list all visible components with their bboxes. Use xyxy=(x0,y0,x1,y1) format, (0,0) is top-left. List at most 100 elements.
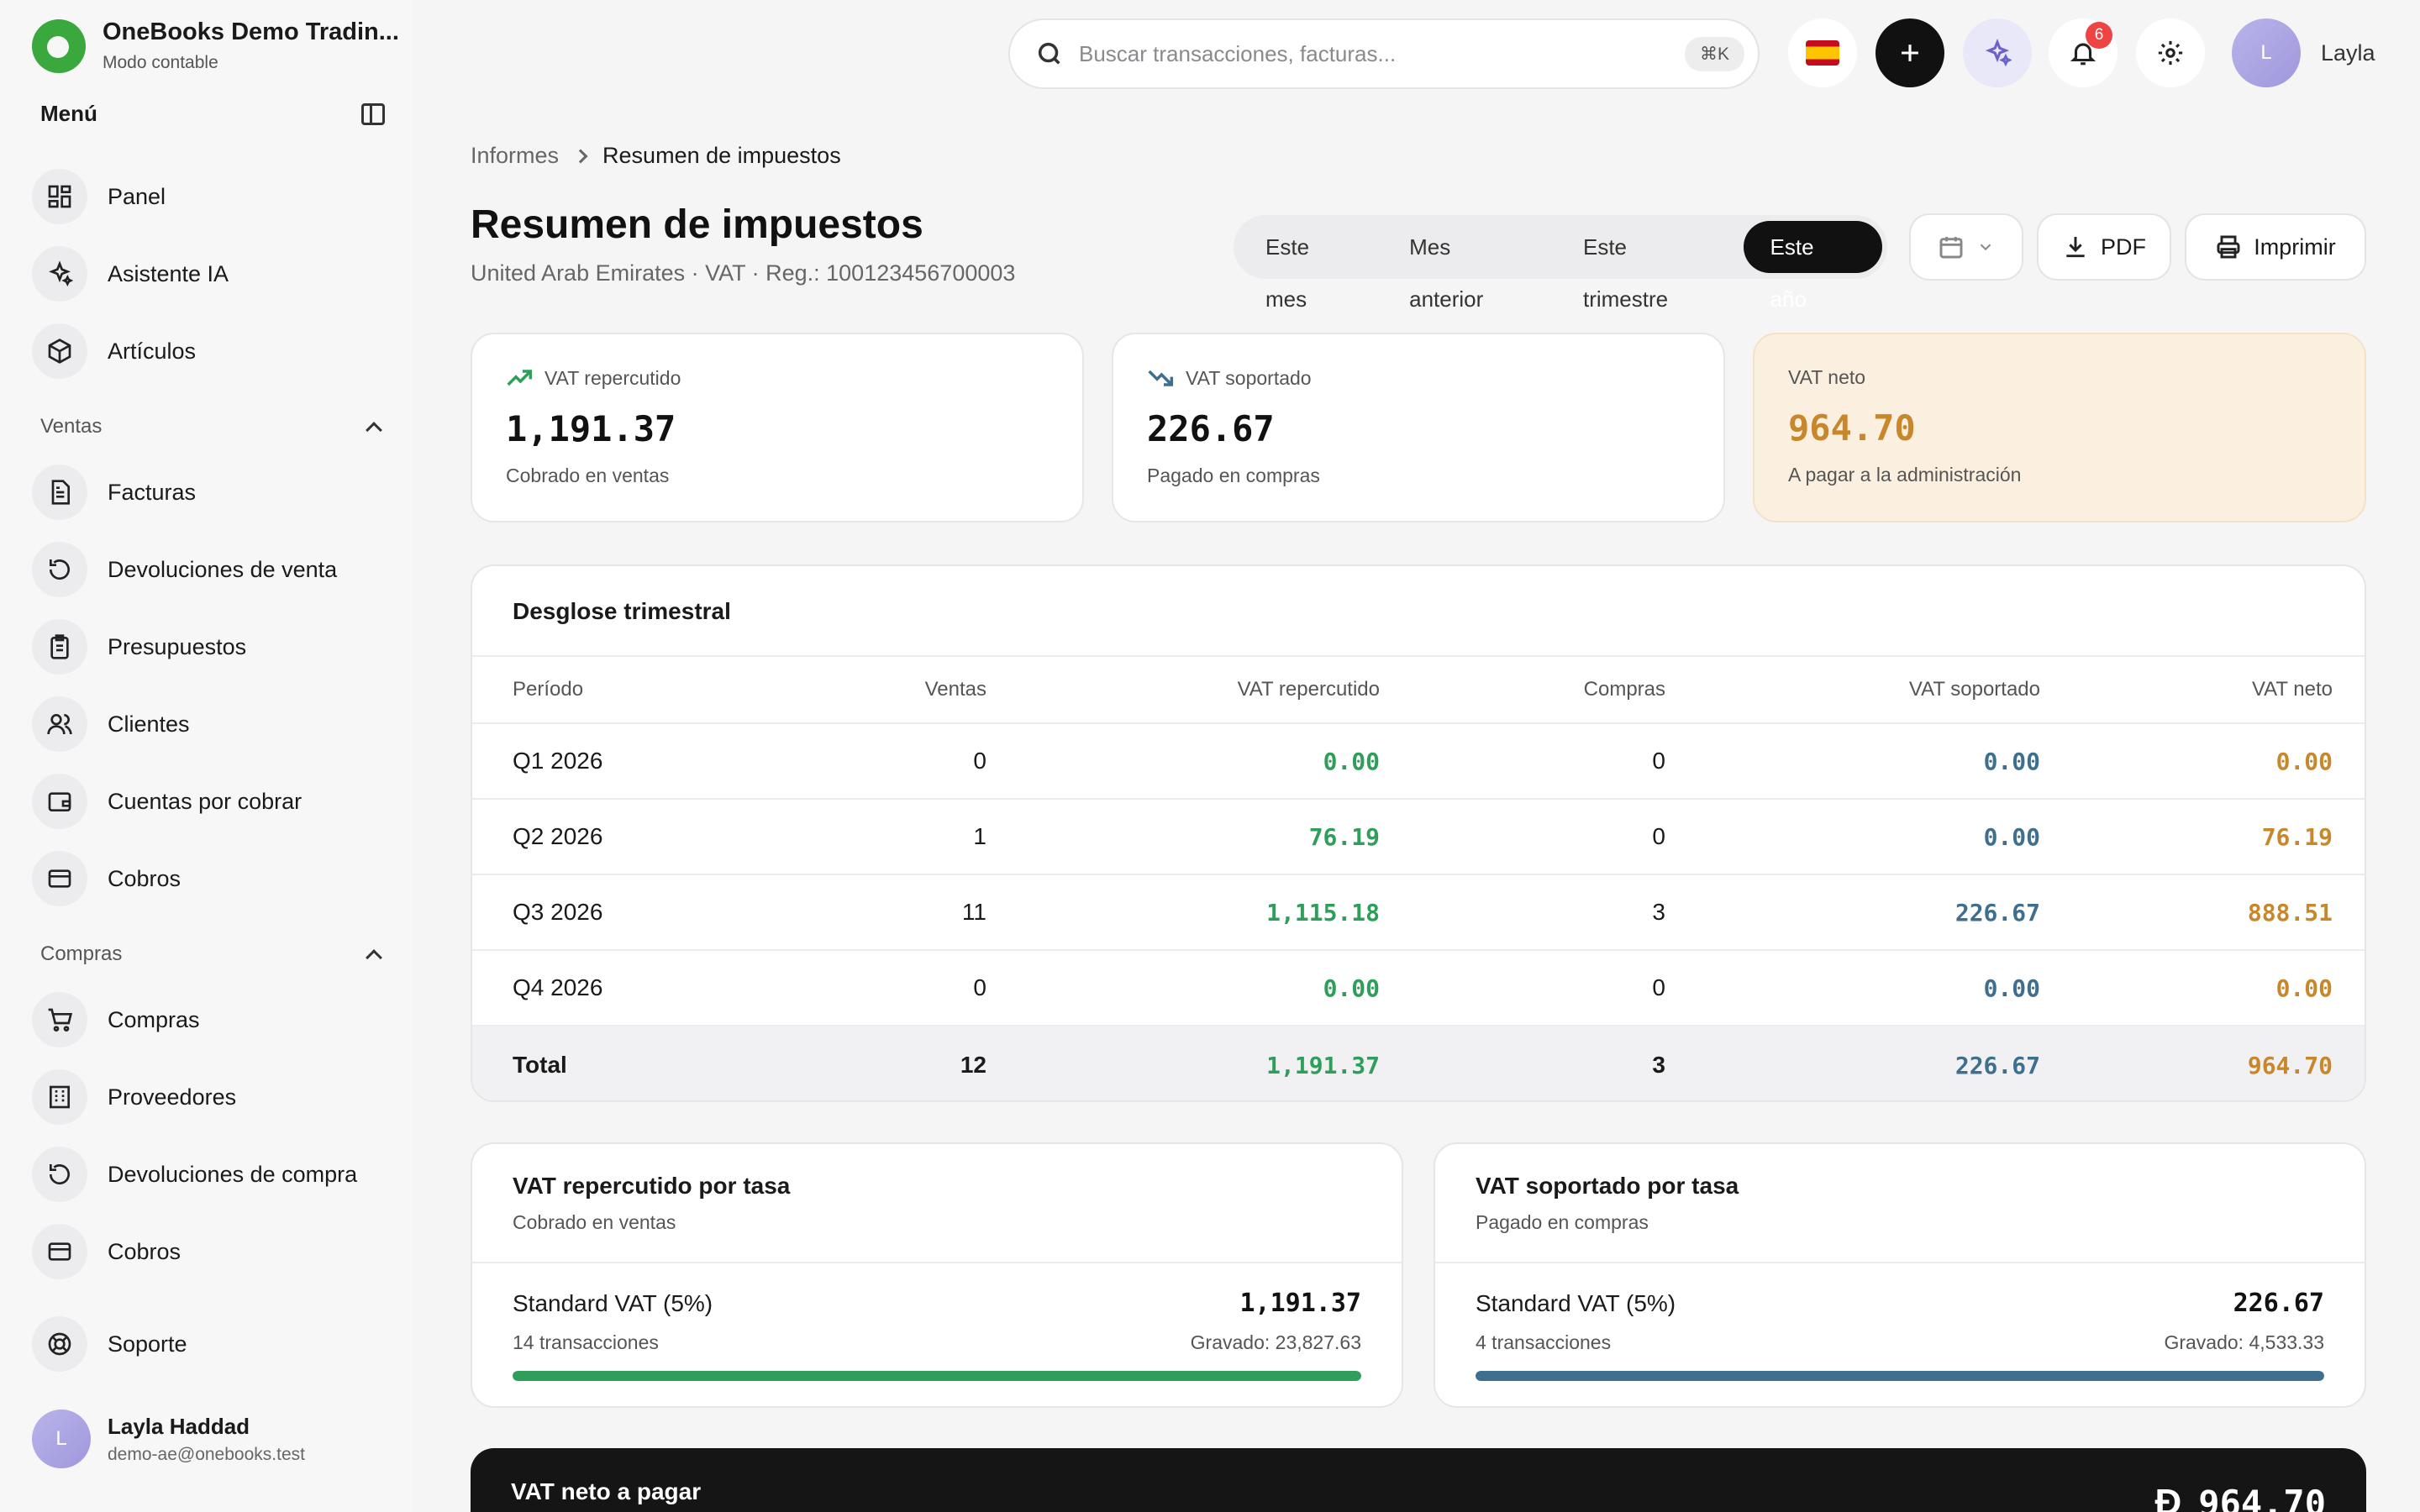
chevron-up-icon xyxy=(366,422,382,438)
kpi-label: VAT neto xyxy=(1788,366,1866,388)
cell-period: Total xyxy=(513,1052,567,1078)
kpi-caption: Cobrado en ventas xyxy=(506,465,670,486)
sidebar-item-sales-returns[interactable]: Devoluciones de venta xyxy=(32,541,385,598)
sidebar-item-purchase-returns[interactable]: Devoluciones de compra xyxy=(32,1146,385,1203)
menu-title: Menú xyxy=(40,101,97,126)
period-last-month[interactable]: Mes anterior xyxy=(1382,221,1556,312)
period-selector: Este mes Mes anterior Este trimestre Est… xyxy=(1234,215,1887,312)
download-icon xyxy=(2066,237,2085,258)
dirham-icon: Đ xyxy=(2154,1482,2182,1512)
create-button[interactable] xyxy=(1876,18,1944,87)
sidebar-item-support[interactable]: Soporte xyxy=(32,1315,385,1373)
rate-progress-fill xyxy=(1476,1371,2324,1381)
card-subtitle: Cobrado en ventas xyxy=(513,1211,676,1233)
input-vat-by-rate-card: VAT soportado por tasa Pagado en compras… xyxy=(1434,1142,2366,1408)
section-purchases-header[interactable]: Compras xyxy=(40,942,385,966)
sidebar-collapse-icon[interactable] xyxy=(361,102,385,125)
cell-output-vat: 1,115.18 xyxy=(1266,898,1380,927)
card-icon xyxy=(32,851,87,906)
sidebar-item-label: Facturas xyxy=(108,479,197,505)
kpi-input-vat: VAT soportado 226.67 Pagado en compras xyxy=(1112,333,1725,522)
table-row: Q1 2026 0 0.00 0 0.00 0.00 xyxy=(472,724,2365,800)
notification-count: 6 xyxy=(2086,22,2112,49)
date-picker-button[interactable] xyxy=(1909,213,2023,281)
card-title: VAT repercutido por tasa xyxy=(513,1173,791,1199)
sidebar-item-quotes[interactable]: Presupuestos xyxy=(32,618,385,675)
plus-icon xyxy=(1902,45,1918,61)
column-header: Período xyxy=(513,678,584,701)
section-sales-header[interactable]: Ventas xyxy=(40,415,385,438)
notifications-button[interactable]: 6 xyxy=(2049,18,2118,87)
user-profile[interactable]: L Layla Haddad demo-ae@onebooks.test xyxy=(32,1410,305,1468)
cell-output-vat: 76.19 xyxy=(1308,822,1380,851)
net-payable-amount: 964.70 xyxy=(2198,1482,2326,1512)
rate-amount: 1,191.37 xyxy=(1239,1289,1362,1318)
period-this-month[interactable]: Este mes xyxy=(1239,221,1382,312)
sidebar-item-label: Presupuestos xyxy=(108,633,247,659)
sidebar-item-collections[interactable]: Cobros xyxy=(32,850,385,907)
pdf-button[interactable]: PDF xyxy=(2037,213,2171,281)
search-bar[interactable]: Buscar transacciones, facturas... ⌘K xyxy=(1008,18,1760,89)
cell-output-vat: 0.00 xyxy=(1323,974,1380,1002)
sidebar-item-label: Devoluciones de venta xyxy=(108,556,338,582)
search-input[interactable]: Buscar transacciones, facturas... xyxy=(1079,41,1685,67)
taxable-amount: Gravado: 4,533.33 xyxy=(2164,1331,2324,1353)
transaction-count: 14 transacciones xyxy=(513,1331,659,1353)
sidebar-item-purchases[interactable]: Compras xyxy=(32,991,385,1048)
brand[interactable]: OneBooks Demo Tradin... Modo contable xyxy=(32,18,399,73)
kpi-value: 226.67 xyxy=(1147,408,1275,449)
accounting-mode: Modo contable xyxy=(103,53,218,72)
search-icon xyxy=(1038,42,1060,65)
table-row: Q3 2026 11 1,115.18 3 226.67 888.51 xyxy=(472,875,2365,951)
ai-button[interactable] xyxy=(1963,18,2032,87)
kpi-label: VAT soportado xyxy=(1186,366,1312,389)
sidebar-item-customers[interactable]: Clientes xyxy=(32,696,385,753)
period-this-year[interactable]: Este año xyxy=(1743,221,1882,312)
period-this-quarter[interactable]: Este trimestre xyxy=(1556,221,1744,312)
top-user-menu[interactable]: L Layla xyxy=(2232,18,2375,87)
cell-purchases: 3 xyxy=(1652,1052,1665,1078)
print-button[interactable]: Imprimir xyxy=(2185,213,2366,281)
kpi-net-vat: VAT neto 964.70 A pagar a la administrac… xyxy=(1753,333,2366,522)
column-header: Compras xyxy=(1583,678,1665,701)
transaction-count: 4 transacciones xyxy=(1476,1331,1612,1353)
sidebar-item-suppliers[interactable]: Proveedores xyxy=(32,1068,385,1126)
settings-button[interactable] xyxy=(2136,18,2205,87)
sidebar-item-receivables[interactable]: Cuentas por cobrar xyxy=(32,773,385,830)
cell-purchases: 0 xyxy=(1652,748,1665,774)
box-icon xyxy=(32,323,87,379)
sidebar-item-payments[interactable]: Cobros xyxy=(32,1223,385,1280)
user-email: demo-ae@onebooks.test xyxy=(108,1444,305,1464)
clipboard-icon xyxy=(32,619,87,675)
chevron-right-icon xyxy=(573,149,588,163)
onebooks-logo xyxy=(32,18,86,73)
menu-header: Menú xyxy=(40,101,385,127)
cell-purchases: 3 xyxy=(1652,899,1665,925)
gear-icon xyxy=(2158,40,2183,66)
cell-input-vat: 0.00 xyxy=(1983,974,2040,1002)
sidebar-item-panel[interactable]: Panel xyxy=(32,168,385,225)
sidebar-item-label: Clientes xyxy=(108,711,190,737)
kpi-label: VAT repercutido xyxy=(544,366,681,389)
column-header: VAT soportado xyxy=(1908,678,2040,701)
sidebar-item-invoices[interactable]: Facturas xyxy=(32,464,385,521)
column-header: Ventas xyxy=(924,678,986,701)
chevron-up-icon xyxy=(366,949,382,966)
avatar: L xyxy=(32,1410,91,1468)
language-button[interactable] xyxy=(1788,18,1857,87)
net-payable-label: VAT neto a pagar xyxy=(511,1478,702,1504)
kpi-caption: A pagar a la administración xyxy=(1788,464,2022,486)
breadcrumb-parent[interactable]: Informes xyxy=(471,143,559,169)
cell-net-vat: 0.00 xyxy=(2275,974,2333,1002)
top-user-name: Layla xyxy=(2321,39,2375,66)
users-icon xyxy=(32,696,87,752)
cell-purchases: 0 xyxy=(1652,974,1665,1000)
trending-up-icon xyxy=(507,370,533,386)
column-header: VAT neto xyxy=(2251,678,2333,701)
sidebar-item-ai-assistant[interactable]: Asistente IA xyxy=(32,245,385,302)
rate-amount: 226.67 xyxy=(2233,1289,2324,1318)
rate-progress-bar xyxy=(513,1371,1361,1381)
cell-sales: 12 xyxy=(960,1052,986,1078)
sidebar-item-articles[interactable]: Artículos xyxy=(32,323,385,380)
sidebar-item-label: Cuentas por cobrar xyxy=(108,788,302,814)
